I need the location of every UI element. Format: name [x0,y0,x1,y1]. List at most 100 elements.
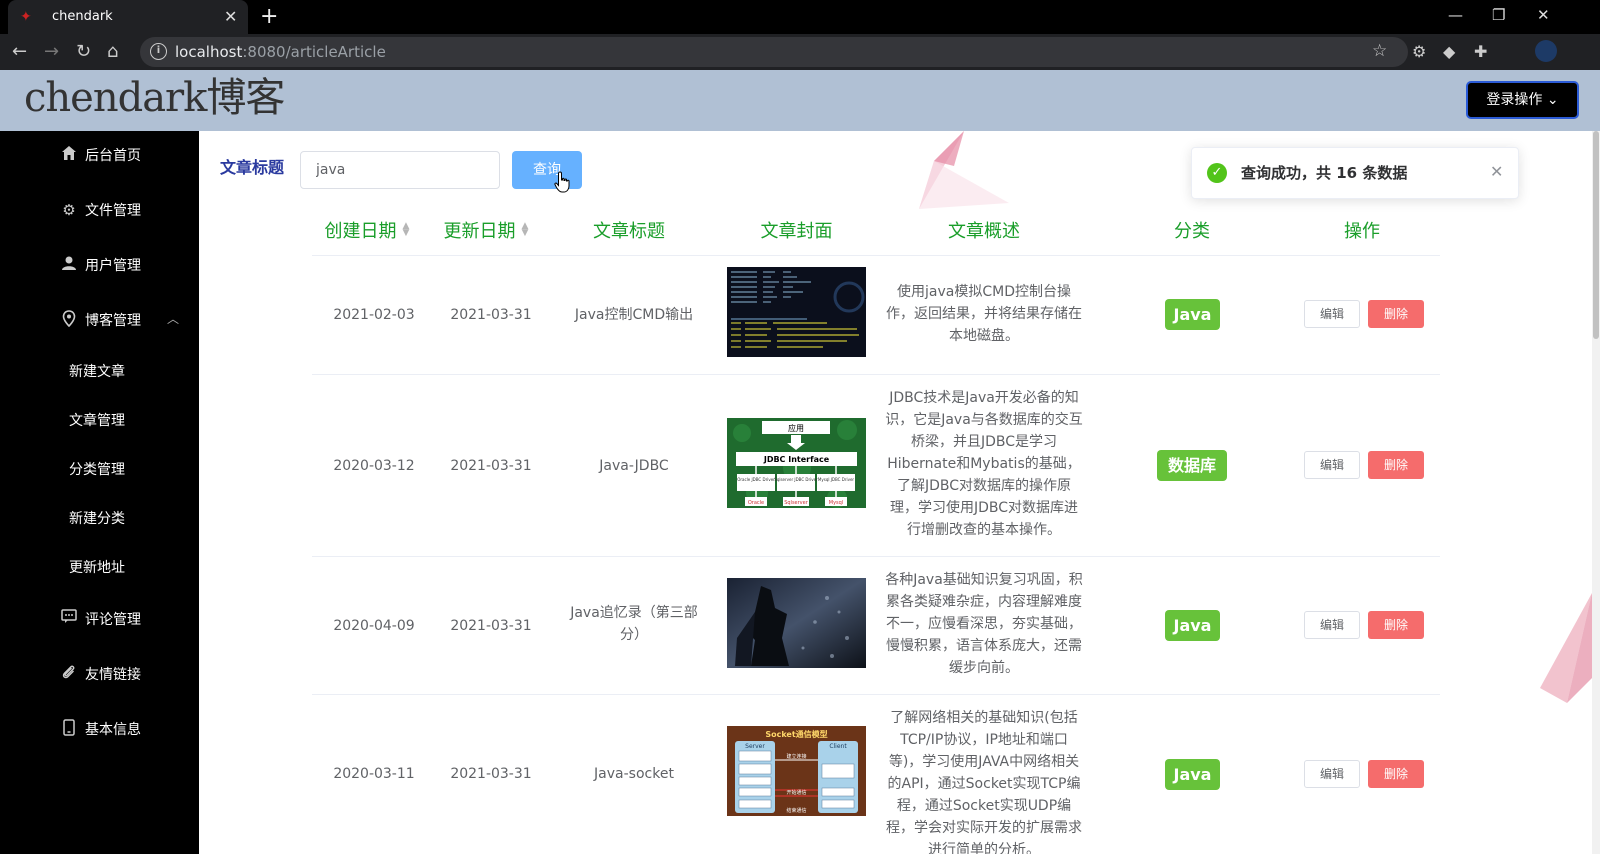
article-title: Java控制CMD输出 [574,307,694,323]
sidebar-item-label: 用户管理 [85,258,141,274]
bookmark-star-icon[interactable]: ☆ [1372,40,1387,62]
delete-button[interactable]: 删除 [1368,451,1424,479]
sidebar-item-label: 博客管理 [85,313,141,329]
info-icon[interactable]: i [150,43,167,60]
sidebar-item-users[interactable]: 用户管理 [0,246,199,286]
cover-text: Server [745,743,765,750]
window-close-icon[interactable]: ✕ [1537,4,1550,26]
table-divider [312,556,1440,557]
cover-text: Mysql [829,500,843,506]
column-header-label: 创建日期 [324,221,397,242]
cover-text: JDBC Interface [763,455,830,464]
category-tag: 数据库 [1157,450,1227,481]
column-header-category: 分类 [1174,221,1210,242]
hand-cursor-icon [554,171,570,193]
delete-button[interactable]: 删除 [1368,300,1424,328]
sidebar-sub-category-manage[interactable]: 分类管理 [0,450,199,490]
sidebar-item-files[interactable]: ⚙ 文件管理 [0,191,199,231]
extension-gear-icon[interactable]: ⚙ [1412,41,1426,63]
updated-date: 2021-03-31 [450,307,532,323]
column-header-updated[interactable]: 更新日期 ▲ ▼ [431,219,541,245]
category-tag: Java [1165,610,1220,641]
location-icon [60,310,78,330]
tab-title: chendark [52,9,113,24]
sort-icon[interactable]: ▲ ▼ [522,222,529,238]
sidebar-item-label: 后台首页 [85,148,141,164]
sidebar-item-blog[interactable]: 博客管理 ︿ [0,301,199,341]
delete-button[interactable]: 删除 [1368,611,1424,639]
search-input[interactable] [300,151,500,189]
browser-tab[interactable]: ✦ chendark ✕ [8,0,248,34]
toast-close-icon[interactable]: ✕ [1490,162,1503,182]
forward-icon[interactable]: → [44,41,59,63]
sidebar-item-basic-info[interactable]: 基本信息 [0,710,199,750]
cover-text: Oracle [748,500,764,506]
updated-date: 2021-03-31 [450,618,532,634]
article-title: Java-JDBC [599,458,669,474]
sidebar-item-dashboard[interactable]: 后台首页 [0,136,199,176]
sidebar-sub-article-manage[interactable]: 文章管理 [0,401,199,441]
minimize-icon[interactable]: — [1448,4,1463,26]
address-bar[interactable]: i localhost:8080/articleArticle ☆ [140,37,1408,67]
extensions-puzzle-icon[interactable]: ✚ [1474,41,1487,63]
restore-icon[interactable]: ❐ [1492,4,1505,26]
article-title: Java-socket [594,766,674,782]
extension-icon[interactable]: ◆ [1443,41,1455,63]
sidebar-item-label: 基本信息 [85,722,141,738]
cover-text: Oracle JDBC Driver [737,477,775,482]
decorative-shape [1540,593,1592,703]
search-label: 文章标题 [220,158,285,177]
login-label: 登录操作 [1486,92,1543,108]
sidebar-item-label: 评论管理 [85,612,141,628]
sidebar-item-comments[interactable]: 评论管理 [0,600,199,640]
sidebar-sub-label: 更新地址 [69,560,125,576]
cover-text: Sqlserver JDBC Driver [774,477,818,482]
cover-image-jdbc: 应用 JDBC Interface Oracle JDBC Driver Sql… [727,418,866,508]
scrollbar-thumb[interactable] [1593,131,1599,339]
column-header-cover: 文章封面 [760,221,833,242]
column-header-created[interactable]: 创建日期 ▲ ▼ [312,219,422,245]
new-tab-icon[interactable]: + [260,4,278,30]
site-logo: chendark博客 [24,75,285,121]
column-header-summary: 文章概述 [948,221,1020,242]
sidebar-item-links[interactable]: 友情链接 [0,655,199,695]
sidebar-sub-label: 新建分类 [69,511,125,527]
updated-date: 2021-03-31 [450,458,532,474]
cover-image-batman [727,578,866,668]
cover-text: 结束通信 [786,807,806,814]
sidebar-sub-update-address[interactable]: 更新地址 [0,548,199,588]
tab-close-icon[interactable]: ✕ [224,7,237,27]
home-icon[interactable]: ⌂ [107,41,118,63]
edit-button[interactable]: 编辑 [1304,760,1360,788]
created-date: 2020-04-09 [333,618,415,634]
gear-icon: ⚙ [62,201,76,219]
profile-avatar[interactable] [1535,40,1557,62]
sidebar-sub-new-category[interactable]: 新建分类 [0,499,199,539]
sidebar-sub-new-article[interactable]: 新建文章 [0,352,199,392]
edit-button[interactable]: 编辑 [1304,451,1360,479]
updated-date: 2021-03-31 [450,766,532,782]
user-icon [60,255,78,275]
cover-text: 应用 [788,423,804,433]
toast-message: 查询成功，共 16 条数据 [1241,164,1408,182]
back-icon[interactable]: ← [12,41,27,63]
created-date: 2020-03-12 [333,458,415,474]
browser-toolbar: ← → ↻ ⌂ i localhost:8080/articleArticle … [0,34,1600,70]
check-circle-icon: ✓ [1207,163,1227,183]
sort-icon[interactable]: ▲ ▼ [403,222,410,238]
cover-text: Socket通信模型 [765,729,827,739]
cover-image-cmd [727,267,866,357]
login-dropdown-button[interactable]: 登录操作 ⌄ [1466,81,1579,119]
cover-text: 开始通信 [786,789,806,796]
reload-icon[interactable]: ↻ [76,41,91,63]
column-header-actions: 操作 [1344,221,1380,242]
edit-button[interactable]: 编辑 [1304,300,1360,328]
edit-button[interactable]: 编辑 [1304,611,1360,639]
table-divider [312,694,1440,695]
cover-text: Sqlserver [784,500,809,506]
created-date: 2021-02-03 [333,307,415,323]
cover-text: 建立连接 [786,753,806,760]
app-header: chendark博客 登录操作 ⌄ [0,70,1600,131]
article-summary: 各种Java基础知识复习巩固，积累各类疑难杂症，内容理解难度不一，应慢看深思，夯… [885,572,1083,676]
delete-button[interactable]: 删除 [1368,760,1424,788]
